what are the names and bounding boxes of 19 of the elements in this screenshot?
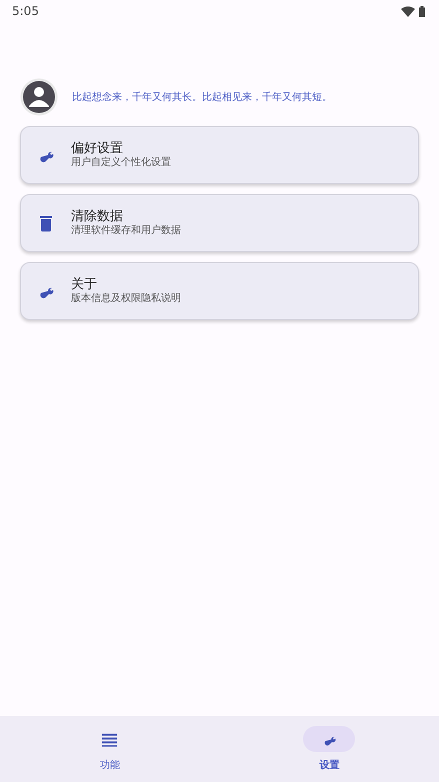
- trash-icon: [37, 214, 55, 232]
- settings-subtitle: 清理软件缓存和用户数据: [71, 224, 181, 238]
- avatar-icon: [20, 78, 58, 116]
- wifi-icon: [401, 6, 416, 18]
- battery-icon: [419, 6, 425, 18]
- settings-subtitle: 用户自定义个性化设置: [71, 156, 171, 170]
- clock-text: 5:05: [12, 3, 39, 20]
- settings-title: 关于: [71, 276, 98, 292]
- settings-card[interactable]: 清除数据 清理软件缓存和用户数据: [20, 194, 419, 252]
- settings-subtitle: 版本信息及权限隐私说明: [71, 292, 181, 306]
- settings-title: 偏好设置: [71, 140, 124, 156]
- nav-label: 功能: [100, 758, 120, 773]
- nav-label: 设置: [319, 758, 340, 773]
- motto-text: 比起想念来，千年又何其长。比起相见来，千年又何其短。: [72, 90, 332, 104]
- settings-card[interactable]: 偏好设置 用户自定义个性化设置: [20, 126, 419, 184]
- settings-title: 清除数据: [71, 208, 124, 224]
- settings-card[interactable]: 关于 版本信息及权限隐私说明: [20, 262, 419, 320]
- nav-tab[interactable]: 设置: [220, 716, 439, 782]
- nav-tab[interactable]: 功能: [0, 716, 220, 782]
